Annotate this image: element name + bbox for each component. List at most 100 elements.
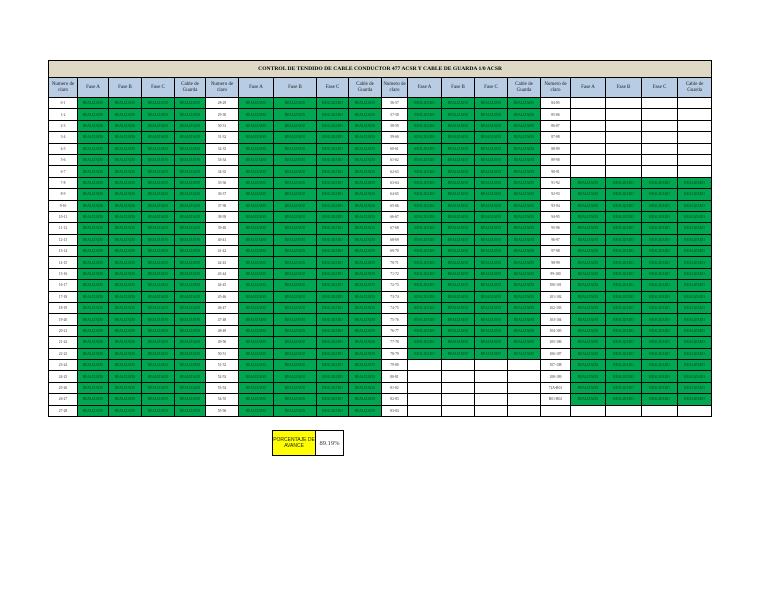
status-cell[interactable]: REALIZADO <box>570 279 606 292</box>
status-cell[interactable]: REALIZADO <box>348 245 382 258</box>
claro-cell[interactable]: 17-18 <box>48 290 78 304</box>
status-cell[interactable]: REALIZADO <box>605 210 642 224</box>
status-cell[interactable] <box>676 96 713 110</box>
claro-cell[interactable]: 64-65 <box>381 188 408 201</box>
status-cell[interactable]: REALIZADO <box>238 336 274 349</box>
status-cell[interactable]: REALIZADO <box>238 131 274 144</box>
status-cell[interactable]: REALIZADO <box>474 267 508 281</box>
status-cell[interactable] <box>641 165 678 178</box>
status-cell[interactable]: REALIZADO <box>273 313 317 326</box>
claro-cell[interactable]: 53-54 <box>205 381 239 395</box>
status-cell[interactable]: REALIZADO <box>570 245 606 258</box>
status-cell[interactable]: REALIZADO <box>316 404 349 417</box>
status-cell[interactable]: REALIZADO <box>108 108 142 121</box>
status-cell[interactable]: REALIZADO <box>316 233 349 247</box>
status-cell[interactable]: REALIZADO <box>141 336 175 349</box>
status-cell[interactable]: REALIZADO <box>348 142 382 155</box>
status-cell[interactable]: REALIZADO <box>570 370 606 383</box>
status-cell[interactable]: REALIZADO <box>316 153 349 167</box>
status-cell[interactable]: REALIZADO <box>238 393 274 406</box>
status-cell[interactable]: REALIZADO <box>605 302 642 315</box>
status-cell[interactable]: REALIZADO <box>174 199 206 212</box>
status-cell[interactable]: REALIZADO <box>108 96 142 110</box>
status-cell[interactable]: REALIZADO <box>641 245 678 258</box>
status-cell[interactable]: REALIZADO <box>441 233 475 247</box>
status-cell[interactable]: REALIZADO <box>441 256 475 269</box>
status-cell[interactable]: REALIZADO <box>348 96 382 110</box>
status-cell[interactable]: REALIZADO <box>605 256 642 269</box>
status-cell[interactable]: REALIZADO <box>77 347 109 361</box>
claro-cell[interactable]: 94-95 <box>540 210 571 224</box>
status-cell[interactable]: REALIZADO <box>273 404 317 417</box>
status-cell[interactable]: REALIZADO <box>273 324 317 338</box>
status-cell[interactable]: REALIZADO <box>316 142 349 155</box>
status-cell[interactable]: REALIZADO <box>238 96 274 110</box>
status-cell[interactable]: REALIZADO <box>141 131 175 144</box>
status-cell[interactable] <box>407 370 442 383</box>
status-cell[interactable]: REALIZADO <box>474 245 508 258</box>
status-cell[interactable]: REALIZADO <box>676 222 713 235</box>
claro-cell[interactable]: 69-70 <box>381 245 408 258</box>
claro-cell[interactable]: 77-78 <box>381 336 408 349</box>
claro-cell[interactable]: 107-108 <box>540 358 571 372</box>
status-cell[interactable]: REALIZADO <box>507 290 541 304</box>
status-cell[interactable]: REALIZADO <box>141 222 175 235</box>
status-cell[interactable]: REALIZADO <box>141 347 175 361</box>
status-cell[interactable]: REALIZADO <box>474 153 508 167</box>
status-cell[interactable]: REALIZADO <box>507 119 541 133</box>
status-cell[interactable]: REALIZADO <box>348 176 382 190</box>
claro-cell[interactable]: 102-103 <box>540 302 571 315</box>
status-cell[interactable]: REALIZADO <box>407 119 442 133</box>
status-cell[interactable]: REALIZADO <box>474 131 508 144</box>
status-cell[interactable]: REALIZADO <box>316 96 349 110</box>
status-cell[interactable]: REALIZADO <box>77 176 109 190</box>
claro-cell[interactable]: 45-46 <box>205 290 239 304</box>
status-cell[interactable] <box>441 358 475 372</box>
claro-cell[interactable]: 75-76 <box>381 313 408 326</box>
status-cell[interactable]: REALIZADO <box>174 153 206 167</box>
status-cell[interactable]: REALIZADO <box>273 233 317 247</box>
status-cell[interactable] <box>605 404 642 417</box>
status-cell[interactable]: REALIZADO <box>605 199 642 212</box>
status-cell[interactable]: REALIZADO <box>273 381 317 395</box>
claro-cell[interactable]: 95-96 <box>540 222 571 235</box>
status-cell[interactable]: REALIZADO <box>174 245 206 258</box>
status-cell[interactable] <box>641 404 678 417</box>
status-cell[interactable]: REALIZADO <box>238 267 274 281</box>
status-cell[interactable]: REALIZADO <box>407 290 442 304</box>
status-cell[interactable]: REALIZADO <box>641 279 678 292</box>
claro-cell[interactable]: 90-91 <box>540 165 571 178</box>
status-cell[interactable]: REALIZADO <box>238 245 274 258</box>
claro-cell[interactable]: 47-48 <box>205 313 239 326</box>
claro-cell[interactable]: 82-83 <box>381 393 408 406</box>
status-cell[interactable]: REALIZADO <box>174 290 206 304</box>
status-cell[interactable]: REALIZADO <box>348 313 382 326</box>
status-cell[interactable]: REALIZADO <box>441 302 475 315</box>
status-cell[interactable]: REALIZADO <box>348 222 382 235</box>
claro-cell[interactable]: 103-104 <box>540 313 571 326</box>
status-cell[interactable]: REALIZADO <box>238 256 274 269</box>
status-cell[interactable]: REALIZADO <box>348 336 382 349</box>
status-cell[interactable]: REALIZADO <box>108 176 142 190</box>
status-cell[interactable]: REALIZADO <box>238 302 274 315</box>
status-cell[interactable]: REALIZADO <box>474 347 508 361</box>
status-cell[interactable]: REALIZADO <box>407 96 442 110</box>
status-cell[interactable]: REALIZADO <box>238 370 274 383</box>
status-cell[interactable]: REALIZADO <box>77 210 109 224</box>
status-cell[interactable]: REALIZADO <box>474 324 508 338</box>
status-cell[interactable]: REALIZADO <box>273 153 317 167</box>
status-cell[interactable]: REALIZADO <box>676 393 713 406</box>
status-cell[interactable]: REALIZADO <box>316 222 349 235</box>
status-cell[interactable]: REALIZADO <box>676 267 713 281</box>
claro-cell[interactable]: 25-26 <box>48 381 78 395</box>
status-cell[interactable]: REALIZADO <box>77 142 109 155</box>
status-cell[interactable]: REALIZADO <box>441 108 475 121</box>
claro-cell[interactable]: 56-57 <box>381 96 408 110</box>
status-cell[interactable]: REALIZADO <box>676 381 713 395</box>
status-cell[interactable]: REALIZADO <box>605 267 642 281</box>
status-cell[interactable]: REALIZADO <box>676 347 713 361</box>
claro-cell[interactable]: 57-58 <box>381 108 408 121</box>
claro-cell[interactable]: 68-69 <box>381 233 408 247</box>
claro-cell[interactable]: 18-19 <box>48 302 78 315</box>
status-cell[interactable]: REALIZADO <box>474 210 508 224</box>
